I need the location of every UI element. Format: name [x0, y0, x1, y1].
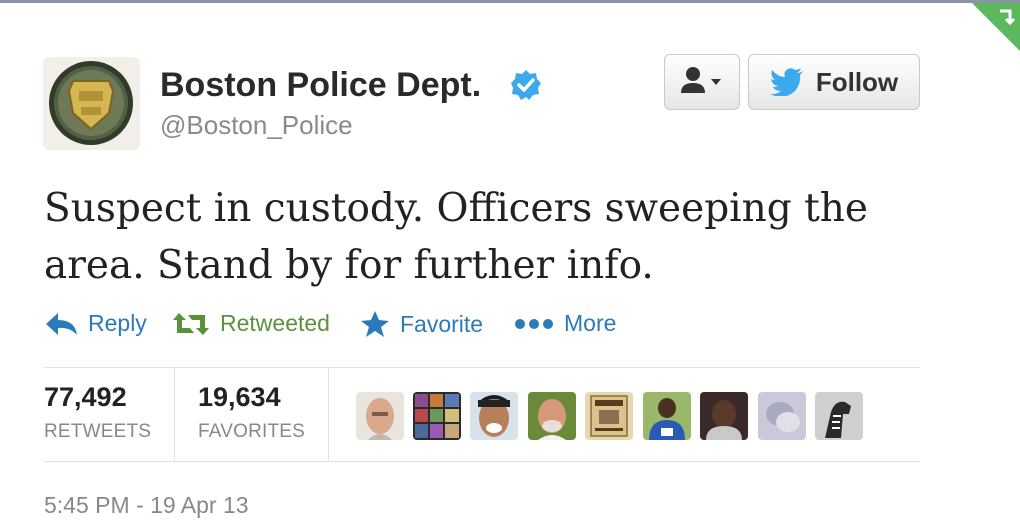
- retweets-stat[interactable]: 77,492 RETWEETS: [44, 382, 151, 443]
- favorites-count: 19,634: [198, 382, 281, 412]
- retweeter-avatar[interactable]: [413, 392, 461, 440]
- follow-button[interactable]: Follow: [748, 54, 920, 110]
- tweet-text: Suspect in custody. Officers sweeping th…: [44, 186, 869, 288]
- stats-separator: [328, 368, 329, 462]
- corner-fold-icon[interactable]: [972, 3, 1020, 51]
- retweeter-avatar[interactable]: [585, 392, 633, 440]
- retweeter-avatar[interactable]: [815, 392, 863, 440]
- retweet-label: Retweeted: [220, 310, 330, 336]
- retweets-count: 77,492: [44, 382, 127, 412]
- author-avatar[interactable]: [43, 57, 140, 150]
- retweeter-avatar[interactable]: [470, 392, 518, 440]
- reply-label: Reply: [88, 310, 147, 336]
- retweeter-avatar[interactable]: [758, 392, 806, 440]
- retweet-action[interactable]: Retweeted: [172, 310, 330, 337]
- follow-label: Follow: [815, 66, 899, 97]
- stats-bottom-divider: [44, 461, 920, 462]
- more-label: More: [564, 310, 617, 336]
- star-icon: [361, 311, 389, 337]
- favorites-label: FAVORITES: [198, 421, 306, 442]
- reply-icon: [46, 312, 77, 335]
- favorite-action[interactable]: Favorite: [360, 310, 483, 338]
- favorites-stat[interactable]: 19,634 FAVORITES: [198, 382, 305, 443]
- stats-separator: [174, 368, 175, 462]
- favorite-label: Favorite: [400, 310, 484, 337]
- retweets-label: RETWEETS: [44, 421, 152, 442]
- verified-badge-icon: [511, 70, 541, 100]
- author-name[interactable]: Boston Police Dept.: [160, 66, 481, 105]
- retweeter-avatar[interactable]: [700, 392, 748, 440]
- retweeter-avatar[interactable]: [356, 392, 404, 440]
- twitter-bird-icon: [769, 68, 803, 96]
- more-action[interactable]: More: [514, 310, 616, 337]
- retweeter-avatar[interactable]: [528, 392, 576, 440]
- user-actions-button[interactable]: [664, 54, 740, 110]
- reply-action[interactable]: Reply: [44, 310, 147, 337]
- user-dropdown-icon: [681, 67, 721, 93]
- author-handle[interactable]: @Boston_Police: [160, 110, 353, 141]
- retweeter-avatar[interactable]: [643, 392, 691, 440]
- tweet-timestamp[interactable]: 5:45 PM - 19 Apr 13: [44, 492, 249, 519]
- stats-top-divider: [44, 367, 920, 368]
- top-border: [0, 0, 1020, 3]
- more-dots-icon: [515, 318, 553, 329]
- retweet-icon: [173, 312, 209, 335]
- police-badge-icon: [43, 57, 140, 150]
